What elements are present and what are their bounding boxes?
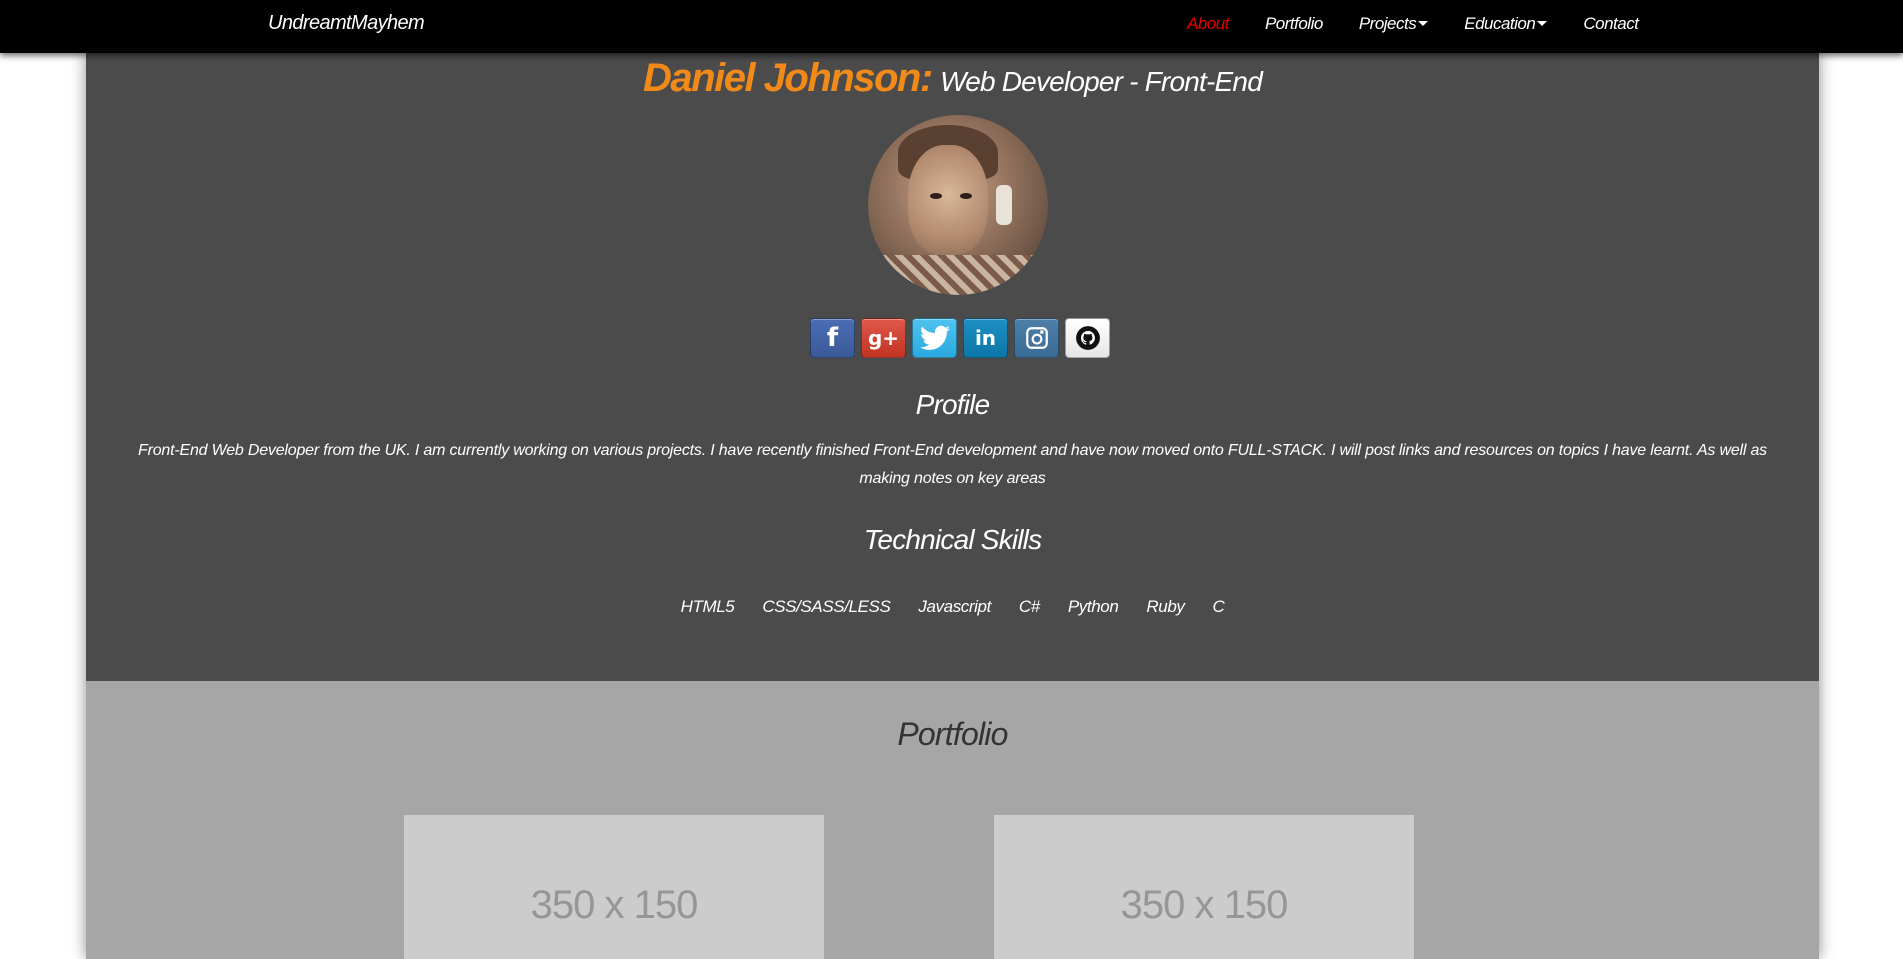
facebook-icon[interactable]: f — [810, 318, 855, 358]
skills-heading: Technical Skills — [863, 524, 1042, 555]
twitter-icon[interactable] — [912, 318, 957, 358]
google-plus-icon[interactable]: g+ — [861, 318, 906, 358]
portfolio-card-image[interactable]: 350 x 150 — [994, 815, 1414, 959]
portfolio-section: Portfolio 350 x 150 350 x 150 — [86, 681, 1819, 959]
profile-heading: Profile — [915, 389, 991, 420]
skill-item: C# — [1018, 597, 1040, 616]
caret-down-icon — [1418, 21, 1429, 27]
github-icon[interactable] — [1065, 318, 1110, 358]
skills-list: HTML5 CSS/SASS/LESS Javascript C# Python… — [86, 597, 1819, 617]
skill-item: Python — [1067, 597, 1119, 616]
nav-contact[interactable]: Contact — [1583, 14, 1639, 34]
portfolio-card-image[interactable]: 350 x 150 — [404, 815, 824, 959]
skill-item: CSS/SASS/LESS — [762, 597, 891, 616]
nav-projects-dropdown[interactable]: Projects — [1359, 14, 1429, 34]
author-name: Daniel Johnson: — [643, 56, 933, 100]
author-role: Web Developer - Front-End — [940, 66, 1263, 97]
skill-item: HTML5 — [680, 597, 735, 616]
nav-links: About Portfolio Projects Education Conta… — [1187, 14, 1674, 34]
page-title: Daniel Johnson: Web Developer - Front-En… — [86, 56, 1819, 101]
portfolio-heading: Portfolio — [897, 716, 1008, 752]
avatar — [868, 115, 1048, 295]
skill-item: Ruby — [1146, 597, 1185, 616]
linkedin-icon[interactable]: in — [963, 318, 1008, 358]
nav-education-dropdown[interactable]: Education — [1464, 14, 1548, 34]
brand-link[interactable]: UndreamtMayhem — [268, 12, 425, 35]
skill-item: C — [1212, 597, 1225, 616]
instagram-icon[interactable] — [1014, 318, 1059, 358]
navbar: UndreamtMayhem About Portfolio Projects … — [0, 0, 1903, 53]
nav-about[interactable]: About — [1187, 14, 1229, 34]
about-section: Daniel Johnson: Web Developer - Front-En… — [86, 53, 1819, 681]
social-links: f g+ in — [810, 318, 1110, 358]
skill-item: Javascript — [918, 597, 991, 616]
profile-text: Front-End Web Developer from the UK. I a… — [138, 442, 1767, 487]
caret-down-icon — [1537, 21, 1548, 27]
nav-portfolio[interactable]: Portfolio — [1265, 14, 1323, 34]
page-container: Daniel Johnson: Web Developer - Front-En… — [86, 53, 1819, 959]
